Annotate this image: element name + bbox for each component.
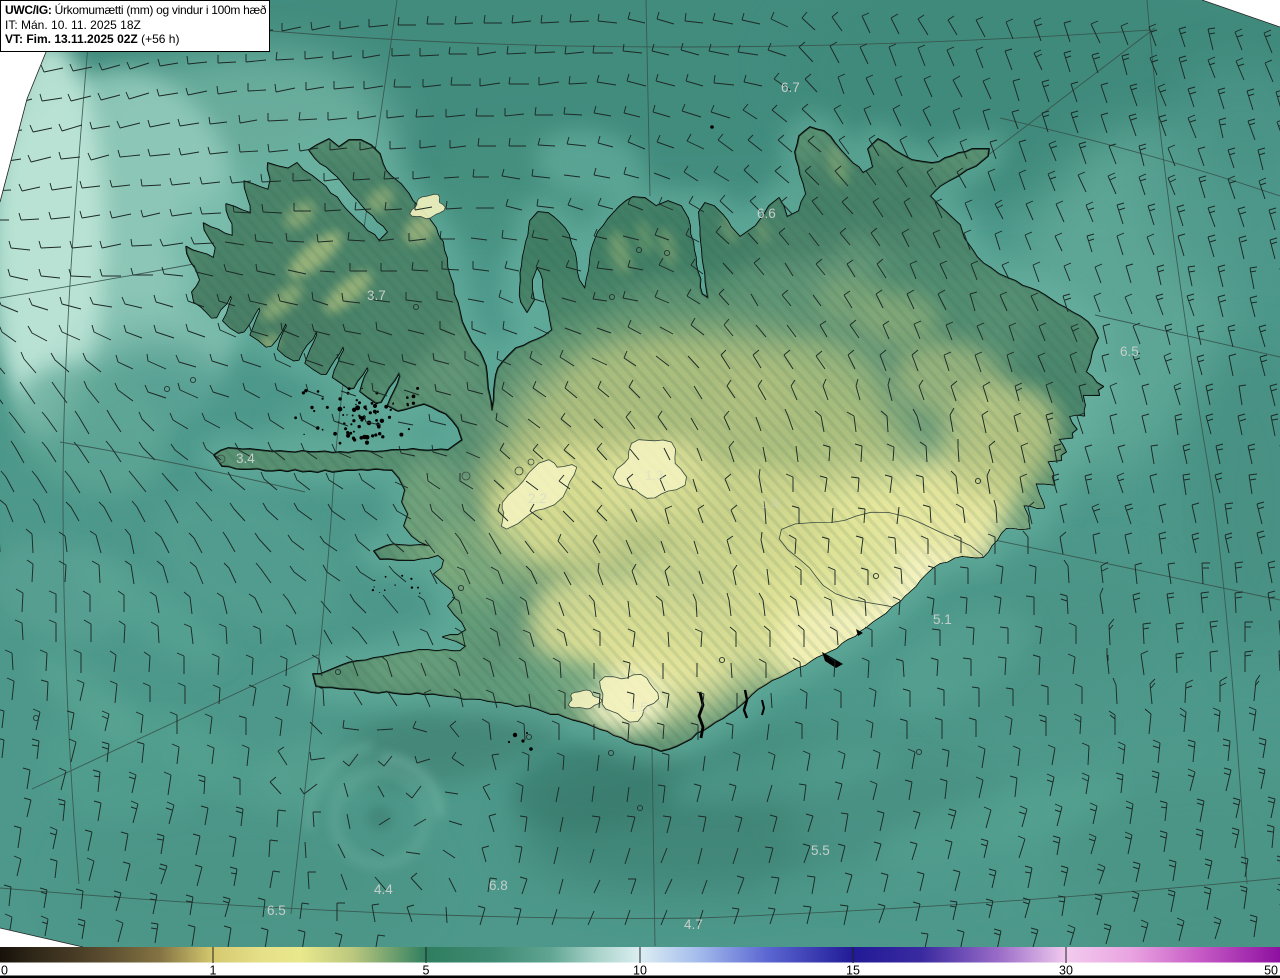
svg-text:5.5: 5.5 [811, 843, 830, 858]
svg-text:10: 10 [633, 964, 647, 978]
svg-text:2.2: 2.2 [528, 491, 547, 506]
svg-text:0: 0 [1, 964, 8, 978]
svg-text:6.6: 6.6 [757, 206, 776, 221]
svg-text:4.7: 4.7 [684, 917, 703, 932]
svg-text:15: 15 [846, 964, 860, 978]
svg-text:50: 50 [1264, 964, 1278, 978]
svg-text:6.5: 6.5 [1120, 344, 1139, 359]
svg-text:5: 5 [423, 964, 430, 978]
svg-text:5.1: 5.1 [933, 612, 952, 627]
svg-text:6.5: 6.5 [267, 903, 286, 918]
svg-text:1.3: 1.3 [645, 468, 664, 483]
svg-text:4.4: 4.4 [374, 882, 393, 897]
svg-text:6.8: 6.8 [489, 878, 508, 893]
svg-text:3.4: 3.4 [236, 451, 255, 466]
svg-text:3.7: 3.7 [367, 288, 386, 303]
svg-text:1.5: 1.5 [629, 700, 648, 715]
svg-text:6.7: 6.7 [781, 80, 800, 95]
svg-text:30: 30 [1059, 964, 1073, 978]
svg-text:1: 1 [210, 964, 217, 978]
svg-text:1.4: 1.4 [760, 496, 779, 511]
